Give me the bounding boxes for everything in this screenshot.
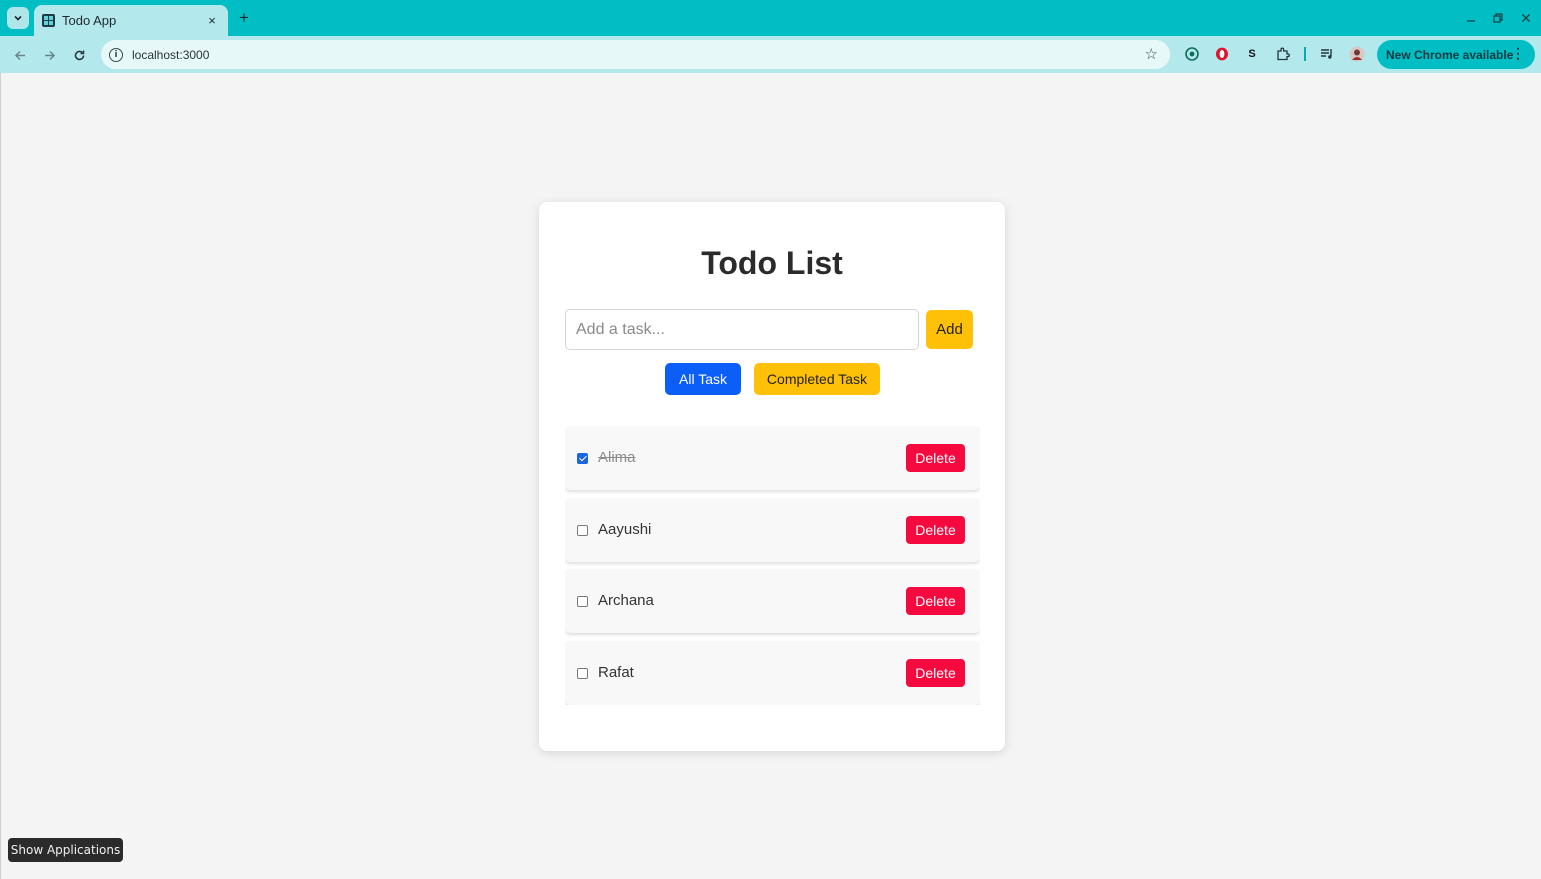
task-row: Alima Delete <box>565 426 980 490</box>
task-checkbox[interactable] <box>577 596 588 607</box>
show-applications-tooltip: Show Applications <box>8 838 123 862</box>
puzzle-icon[interactable] <box>1274 45 1292 63</box>
minimize-icon[interactable] <box>1463 10 1479 26</box>
extension-g-icon[interactable] <box>1183 45 1201 63</box>
delete-task-button[interactable]: Delete <box>906 659 965 687</box>
new-tab-button[interactable]: + <box>235 8 253 27</box>
forward-icon[interactable] <box>38 44 60 66</box>
all-tasks-filter-button[interactable]: All Task <box>665 363 741 395</box>
task-checkbox[interactable] <box>577 453 588 464</box>
task-text: Alima <box>598 449 636 466</box>
opera-extension-icon[interactable] <box>1213 45 1231 63</box>
task-row: Archana Delete <box>565 569 980 633</box>
page-viewport: Todo List Add All Task Completed Task Al… <box>0 73 1541 879</box>
task-checkbox[interactable] <box>577 525 588 536</box>
tab-close-icon[interactable]: × <box>204 12 220 28</box>
update-chip-label: New Chrome available <box>1386 47 1514 62</box>
kebab-menu-icon[interactable]: ⋮ <box>1511 45 1525 62</box>
profile-icon[interactable] <box>1348 45 1366 63</box>
favicon-icon <box>42 14 55 27</box>
task-text: Rafat <box>598 664 634 681</box>
tab-title: Todo App <box>62 13 117 28</box>
task-row: Rafat Delete <box>565 641 980 705</box>
browser-tab[interactable]: Todo App × <box>34 5 228 36</box>
task-checkbox[interactable] <box>577 668 588 679</box>
address-bar[interactable]: i localhost:3000 ☆ <box>101 40 1170 69</box>
update-chrome-button[interactable]: New Chrome available ⋮ <box>1377 40 1535 69</box>
task-input[interactable] <box>565 309 919 350</box>
site-info-icon[interactable]: i <box>109 47 123 62</box>
restore-icon[interactable] <box>1490 10 1506 26</box>
task-text: Aayushi <box>598 521 652 538</box>
todo-card: Todo List Add All Task Completed Task Al… <box>539 202 1005 751</box>
page-title: Todo List <box>701 245 843 281</box>
back-icon[interactable] <box>9 44 31 66</box>
media-icon[interactable] <box>1318 45 1336 63</box>
url-text[interactable]: localhost:3000 <box>132 48 209 62</box>
s-extension-icon[interactable]: S <box>1243 45 1261 63</box>
browser-tab-strip: Todo App × + <box>0 0 1541 36</box>
task-list: Alima Delete Aayushi Delete Archana Dele… <box>565 426 980 705</box>
delete-task-button[interactable]: Delete <box>906 444 965 472</box>
toolbar-divider <box>1304 47 1306 61</box>
completed-tasks-filter-button[interactable]: Completed Task <box>754 363 880 395</box>
add-task-button[interactable]: Add <box>926 310 973 349</box>
delete-task-button[interactable]: Delete <box>906 587 965 615</box>
browser-toolbar: i localhost:3000 ☆ S New Chrome availabl… <box>0 36 1541 73</box>
star-icon[interactable]: ☆ <box>1145 45 1158 63</box>
window-close-icon[interactable] <box>1518 10 1534 26</box>
tab-search-icon[interactable] <box>7 7 29 29</box>
task-text: Archana <box>598 592 654 609</box>
task-row: Aayushi Delete <box>565 498 980 562</box>
delete-task-button[interactable]: Delete <box>906 516 965 544</box>
reload-icon[interactable] <box>68 44 90 66</box>
